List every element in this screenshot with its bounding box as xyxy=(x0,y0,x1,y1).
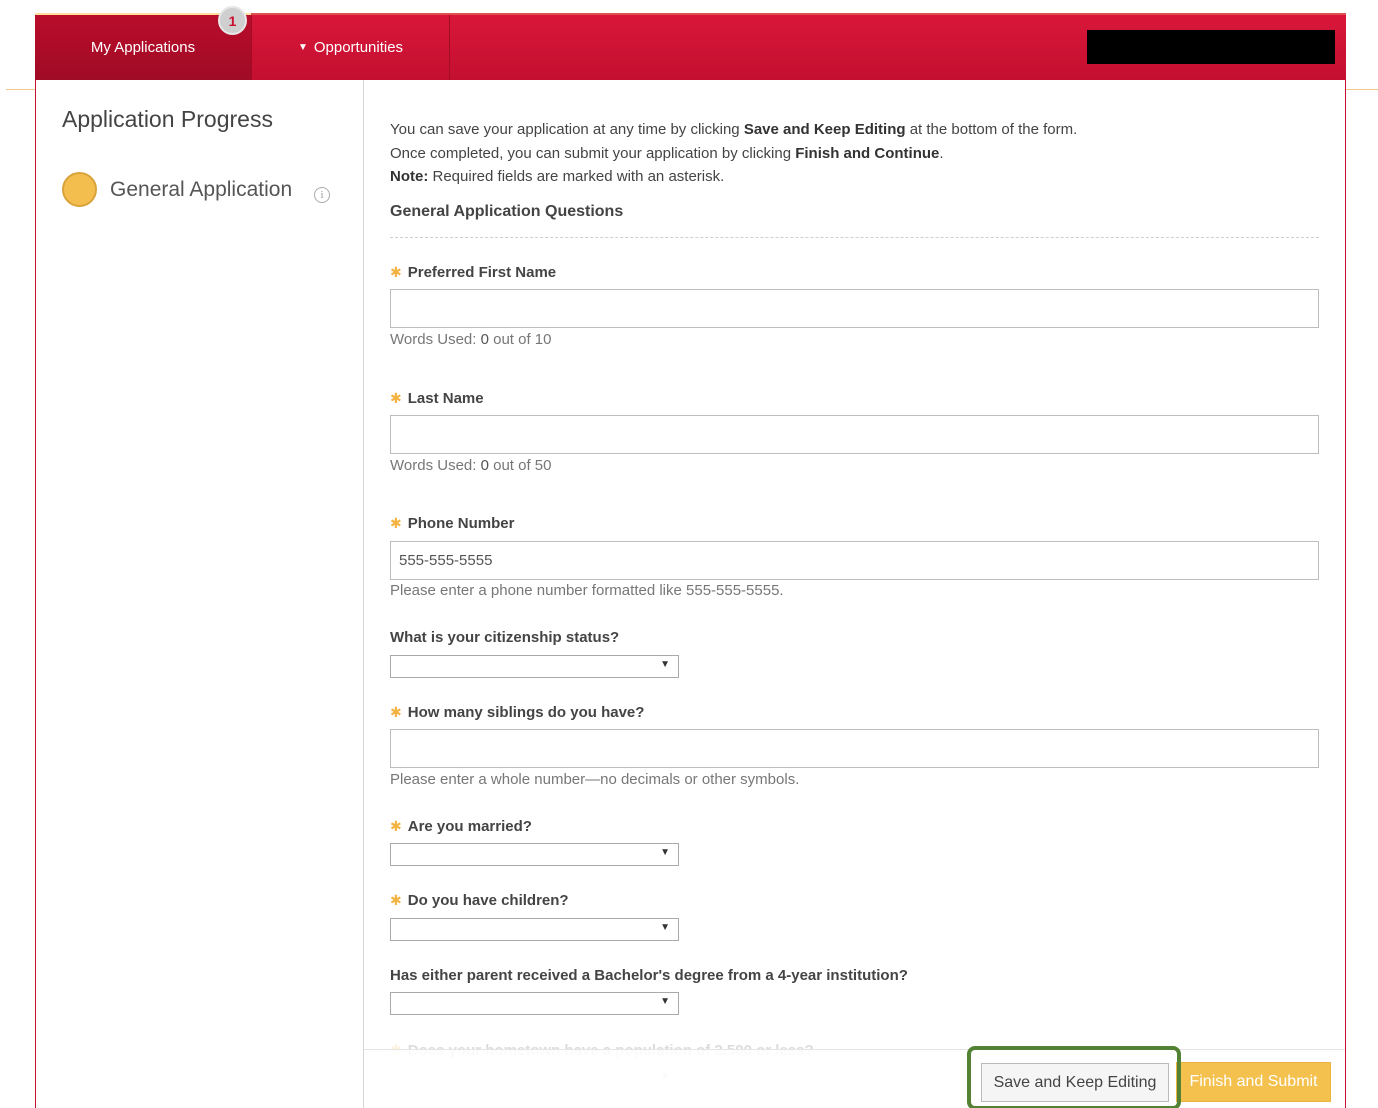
required-star-icon: ✱ xyxy=(390,818,402,834)
children-select[interactable]: ▼ xyxy=(390,918,679,941)
help-text: Words Used: xyxy=(390,331,481,348)
section-title: General Application Questions xyxy=(390,203,624,220)
label-text: Are you married? xyxy=(407,818,532,835)
phone-help-text: Please enter a phone number formatted li… xyxy=(390,582,784,599)
words-used-value: 0 xyxy=(480,331,489,348)
intro-text: You can save your application at any tim… xyxy=(390,121,744,138)
help-text: out of 50 xyxy=(488,457,552,474)
intro-text: Once completed, you can submit your appl… xyxy=(390,145,796,162)
required-star-icon: ✱ xyxy=(390,892,402,908)
last-name-word-count: Words Used: 0 out of 50 xyxy=(390,457,552,474)
progress-sidebar: Application Progress General Application… xyxy=(36,80,364,1108)
redacted-user-area xyxy=(1087,30,1335,64)
intro-text: Required fields are marked with an aster… xyxy=(428,168,725,185)
annotation-highlight-box xyxy=(967,1046,1181,1108)
label-text: How many siblings do you have? xyxy=(407,704,645,721)
married-select[interactable]: ▼ xyxy=(390,843,679,866)
header-divider-left xyxy=(6,89,36,90)
citizenship-select[interactable]: ▼ xyxy=(390,655,679,678)
tab-opportunities-label: Opportunities xyxy=(313,39,404,56)
children-label: ✱ Do you have children? xyxy=(390,892,569,909)
siblings-help-text: Please enter a whole number—no decimals … xyxy=(390,771,800,788)
intro-bold: Save and Keep Editing xyxy=(743,121,906,138)
progress-step-general-application[interactable]: General Application xyxy=(62,172,292,207)
married-label: ✱ Are you married? xyxy=(390,818,532,835)
progress-step-label: General Application xyxy=(110,177,293,201)
parent-degree-label: Has either parent received a Bachelor's … xyxy=(390,967,908,984)
words-used-value: 0 xyxy=(480,457,489,474)
citizenship-label: What is your citizenship status? xyxy=(390,629,619,646)
help-text: out of 10 xyxy=(488,331,552,348)
intro-line-3: Note: Required fields are marked with an… xyxy=(390,168,724,185)
last-name-input[interactable] xyxy=(390,415,1319,454)
label-text: Has either parent received a Bachelor's … xyxy=(390,967,908,984)
label-text: Last Name xyxy=(407,390,484,407)
intro-text: at the bottom of the form. xyxy=(905,121,1078,138)
finish-and-submit-button[interactable]: Finish and Submit xyxy=(1176,1062,1331,1102)
first-name-input[interactable] xyxy=(390,289,1319,328)
label-text: Do you have children? xyxy=(407,892,569,909)
first-name-word-count: Words Used: 0 out of 10 xyxy=(390,331,552,348)
required-star-icon: ✱ xyxy=(390,390,402,406)
dropdown-arrow-icon: ▼ xyxy=(660,922,670,933)
dropdown-arrow-icon: ▼ xyxy=(660,659,670,670)
parent-degree-select[interactable]: ▼ xyxy=(390,992,679,1015)
required-star-icon: ✱ xyxy=(390,515,402,531)
siblings-input[interactable] xyxy=(390,729,1319,768)
dropdown-arrow-icon: ▼ xyxy=(660,996,670,1007)
caret-down-icon: ▼ xyxy=(297,42,308,53)
intro-line-2: Once completed, you can submit your appl… xyxy=(390,145,944,162)
last-name-label: ✱ Last Name xyxy=(390,390,484,407)
dropdown-arrow-icon: ▼ xyxy=(660,847,670,858)
phone-label: ✱ Phone Number xyxy=(390,515,514,532)
info-icon[interactable]: i xyxy=(314,187,330,203)
sidebar-title: Application Progress xyxy=(62,106,273,132)
first-name-label: ✱ Preferred First Name xyxy=(390,264,556,281)
intro-bold: Finish and Continue xyxy=(795,145,940,162)
phone-input[interactable]: 555-555-5555 xyxy=(390,541,1319,580)
required-star-icon: ✱ xyxy=(390,704,402,720)
intro-line-1: You can save your application at any tim… xyxy=(390,121,1077,138)
header-divider-right xyxy=(1345,89,1378,90)
section-divider xyxy=(390,237,1319,238)
intro-text: . xyxy=(939,145,944,162)
applications-count-badge: 1 xyxy=(218,6,247,35)
top-navigation: My Applications 1 ▼ Opportunities xyxy=(35,6,1346,80)
step-status-circle-icon xyxy=(62,172,97,207)
siblings-label: ✱ How many siblings do you have? xyxy=(390,704,644,721)
tab-my-applications-label: My Applications xyxy=(90,39,196,56)
tab-opportunities[interactable]: ▼ Opportunities xyxy=(251,15,450,80)
label-text: What is your citizenship status? xyxy=(390,629,620,646)
label-text: Phone Number xyxy=(407,515,515,532)
label-text: Preferred First Name xyxy=(407,264,557,281)
help-text: Words Used: xyxy=(390,457,481,474)
required-star-icon: ✱ xyxy=(390,264,402,280)
intro-bold: Note: xyxy=(390,168,429,185)
